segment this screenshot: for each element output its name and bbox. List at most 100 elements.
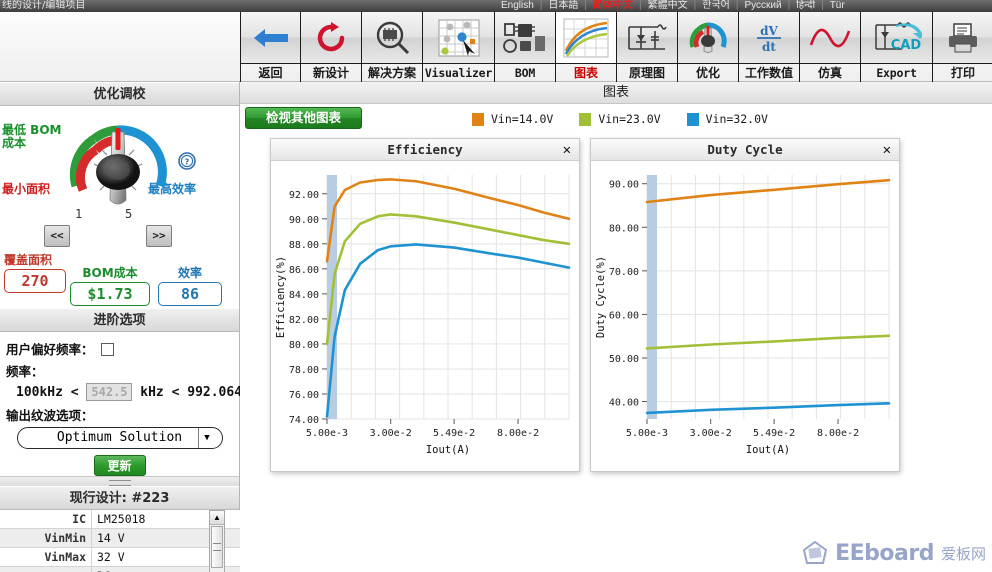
language-link-0[interactable]: English [498, 0, 537, 11]
optimization-dial-area: 最低 BOM 成本 最小面积 最高效率 ? 1 5 << >> [0, 106, 239, 254]
table-row[interactable]: VinMax 32 V [0, 548, 240, 567]
preferred-frequency-checkbox[interactable] [100, 343, 114, 356]
table-cell-key: IC [0, 510, 92, 528]
charts-container: Efficiency ✕ 74.00 76.00 78.00 80.00 82.00 84.0… [240, 138, 992, 472]
language-link-2[interactable]: 简体中文 [590, 0, 636, 11]
toolbar-item-仿真[interactable]: 仿真 [800, 12, 861, 82]
panel-resize-grip[interactable] [0, 476, 239, 486]
chart-plot-area[interactable]: 40.00 50.00 60.00 70.00 80.00 90.00 5.00e-3 3.0… [591, 161, 899, 471]
design-table-scrollbar[interactable]: ▲ [209, 510, 225, 572]
language-separator: | [693, 0, 697, 11]
scroll-up-icon[interactable]: ▲ [210, 511, 224, 525]
optimize-panel-header: 优化调校 [0, 82, 239, 106]
svg-text:70.00: 70.00 [609, 267, 639, 278]
language-link-6[interactable]: हिन्दी [793, 0, 818, 11]
toolbar-item-Visualizer[interactable]: Visualizer [423, 12, 495, 82]
language-link-4[interactable]: 한국어 [699, 0, 733, 11]
gauge-icon [678, 12, 738, 64]
language-separator: | [639, 0, 642, 11]
main-content: 检视其他图表 Vin=14.0V Vin=23.0V Vin=32.0V Effic… [240, 104, 992, 572]
svg-text:CAD: CAD [890, 38, 921, 53]
chart-toolbar: 检视其他图表 Vin=14.0V Vin=23.0V Vin=32.0V [240, 104, 992, 138]
chart-legend: Vin=14.0V Vin=23.0V Vin=32.0V [472, 112, 768, 126]
toolbar-label-3: Visualizer [424, 66, 493, 80]
toolbar-item-原理图[interactable]: 原理图 [617, 12, 678, 82]
chevron-down-icon[interactable]: ▼ [197, 428, 216, 448]
svg-text:60.00: 60.00 [609, 310, 639, 321]
preferred-frequency-row: 用户偏好频率： [6, 339, 233, 358]
toolbar-label-2: 解决方案 [367, 66, 416, 80]
toolbar-item-BOM[interactable]: BOM [495, 12, 556, 82]
table-cell-key: VinMin [0, 529, 92, 547]
svg-text:5.49e-2: 5.49e-2 [433, 428, 475, 439]
legend-item: Vin=14.0V [472, 112, 553, 126]
close-icon[interactable]: ✕ [563, 139, 571, 161]
table-row[interactable]: sourceDC [0, 567, 240, 572]
chart-title-text: Efficiency [387, 142, 463, 157]
dial-next-button[interactable]: >> [146, 225, 172, 247]
toolbar-item-返回[interactable]: 返回 [240, 12, 301, 82]
design-table-header: 现行设计: #223 [0, 486, 239, 510]
toolbar-item-新设计[interactable]: 新设计 [301, 12, 362, 82]
ripple-select[interactable]: Optimum Solution ▼ [16, 427, 223, 449]
frequency-unit: kHz [140, 385, 164, 400]
toolbar-item-工作数值[interactable]: dV dt 工作数值 [739, 12, 800, 82]
update-button[interactable]: 更新 [93, 455, 146, 476]
language-links[interactable]: English | 日本語 | 简体中文 | 繁體中文 | 한국어 | Русский | हिन्दी… [498, 0, 848, 12]
svg-text:Iout(A): Iout(A) [426, 444, 470, 456]
language-link-3[interactable]: 繁體中文 [645, 0, 691, 11]
toolbar-item-打印[interactable]: 打印 [933, 12, 992, 82]
value-box-area: 270 [4, 269, 66, 293]
legend-item: Vin=32.0V [686, 112, 768, 126]
svg-text:82.00: 82.00 [289, 315, 319, 326]
table-row[interactable]: IC LM25018 [0, 510, 240, 529]
svg-text:78.00: 78.00 [289, 365, 319, 376]
frequency-label: 频率： [6, 364, 44, 379]
help-icon[interactable]: ? [178, 152, 196, 170]
svg-text:88.00: 88.00 [289, 240, 319, 251]
view-other-charts-button[interactable]: 检视其他图表 [245, 107, 362, 129]
toolbar-label-9: 仿真 [817, 66, 842, 80]
svg-text:Duty Cycle(%): Duty Cycle(%) [595, 256, 607, 338]
language-link-1[interactable]: 日本語 [545, 0, 581, 11]
toolbar-item-解决方案[interactable]: 解决方案 [362, 12, 423, 82]
svg-text:8.00e-2: 8.00e-2 [497, 428, 539, 439]
toolbar-label-10: Export [876, 66, 917, 80]
toolbar-label-11: 打印 [950, 66, 975, 80]
charts-icon [556, 12, 616, 64]
value-cell-bom: BOM成本 $1.73 [70, 267, 150, 306]
svg-text:84.00: 84.00 [289, 290, 319, 301]
svg-text:86.00: 86.00 [289, 265, 319, 276]
svg-text:dV: dV [760, 24, 778, 38]
value-cell-efficiency: 效率 86 [158, 267, 222, 306]
value-box-bom: $1.73 [70, 282, 150, 306]
project-title: 线的设计/编辑项目 [2, 0, 86, 11]
toolbar-item-优化[interactable]: 优化 [678, 12, 739, 82]
svg-text:92.00: 92.00 [289, 190, 319, 201]
legend-label: Vin=14.0V [491, 112, 554, 126]
legend-swatch-icon [579, 112, 592, 126]
dvdt-icon: dV dt [739, 12, 799, 64]
frequency-input[interactable]: 542.5 [86, 383, 133, 401]
language-separator: | [584, 0, 588, 11]
toolbar-label-8: 工作数值 [744, 66, 793, 80]
svg-text:74.00: 74.00 [289, 415, 319, 426]
language-link-5[interactable]: Русский [741, 0, 784, 11]
watermark: EEboard 爱板网 [802, 540, 986, 566]
table-row[interactable]: VinMin 14 V [0, 529, 240, 548]
frequency-lt-1: < [70, 385, 79, 400]
chart-plot-area[interactable]: 74.00 76.00 78.00 80.00 82.00 84.00 86.00 88.00… [271, 161, 579, 471]
refresh-icon [301, 12, 361, 64]
svg-text:40.00: 40.00 [609, 398, 639, 409]
dial-label-bom: 最低 BOM 成本 [2, 123, 62, 150]
ripple-option-label: 输出纹波选项： [6, 408, 94, 423]
svg-text:80.00: 80.00 [289, 340, 319, 351]
close-icon[interactable]: ✕ [883, 139, 891, 161]
toolbar-item-Export[interactable]: CAD Export [861, 12, 933, 82]
language-link-7[interactable]: Tür [827, 0, 848, 11]
toolbar-item-图表[interactable]: 图表 [556, 12, 617, 82]
dial-prev-button[interactable]: << [44, 225, 70, 247]
scrollbar-thumb[interactable] [211, 526, 223, 568]
legend-item: Vin=23.0V [579, 112, 661, 126]
optimization-values: 覆盖面积 270 BOM成本 $1.73 效率 86 [0, 254, 239, 308]
